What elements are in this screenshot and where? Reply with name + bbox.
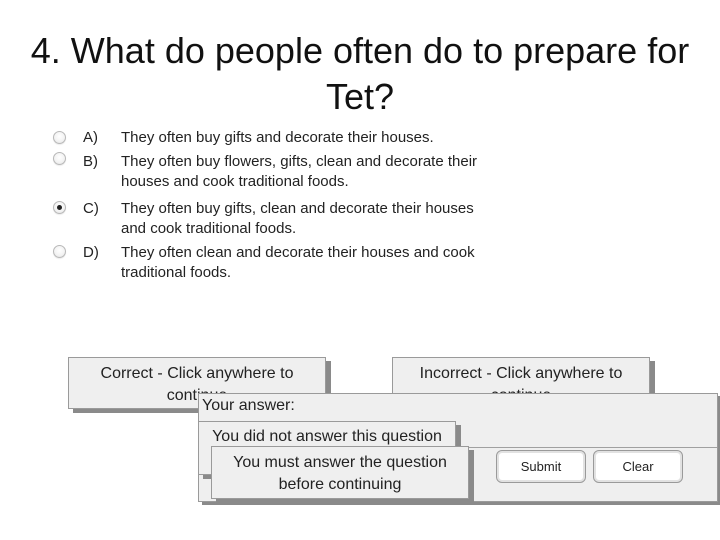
option-letter: D)	[83, 244, 99, 261]
option-text: They often buy gifts, clean and decorate…	[121, 200, 474, 237]
clear-button[interactable]: Clear	[593, 450, 683, 483]
radio-option-b[interactable]	[53, 152, 66, 165]
radio-option-d[interactable]	[53, 245, 66, 258]
option-letter: B)	[83, 153, 98, 170]
must-answer-feedback[interactable]: You must answer the question before cont…	[211, 446, 469, 499]
option-text: They often buy gifts and decorate their …	[121, 129, 434, 146]
option-text: They often clean and decorate their hous…	[121, 244, 475, 281]
your-answer-label: Your answer:	[202, 397, 295, 414]
submit-button[interactable]: Submit	[496, 450, 586, 483]
option-text: They often buy flowers, gifts, clean and…	[121, 153, 478, 190]
option-letter: A)	[83, 129, 98, 146]
question-title: 4. What do people often do to prepare fo…	[30, 30, 690, 117]
radio-option-c[interactable]	[53, 201, 66, 214]
must-answer-text: You must answer the question before cont…	[233, 454, 447, 493]
radio-option-a[interactable]	[53, 131, 66, 144]
option-letter: C)	[83, 200, 99, 217]
